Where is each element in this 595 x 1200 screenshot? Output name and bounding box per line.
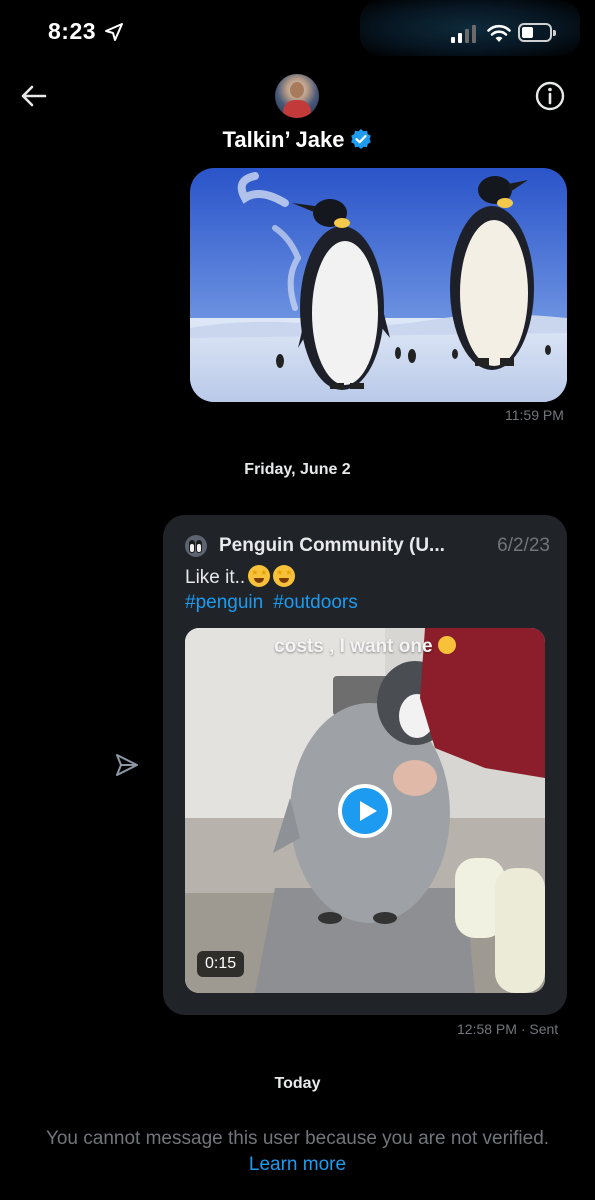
post-text: Like it.. ★ ★ ★ ★ <box>185 565 296 589</box>
post-author-avatar[interactable] <box>185 535 207 557</box>
learn-more-wrapper: Learn more <box>0 1154 595 1176</box>
message-status: · Sent <box>520 1021 559 1037</box>
shared-post-card[interactable]: Penguin Community (U... 6/2/23 Like it..… <box>163 515 567 1015</box>
contact-avatar[interactable] <box>275 74 319 118</box>
contact-name-text: Talkin’ Jake <box>222 127 345 152</box>
hashtag-link[interactable]: #penguin <box>185 592 263 613</box>
send-icon[interactable] <box>114 752 140 778</box>
learn-more-link[interactable]: Learn more <box>249 1154 346 1175</box>
wifi-icon <box>487 24 511 42</box>
date-separator: Friday, June 2 <box>244 461 351 478</box>
cellular-signal-icon <box>451 25 476 43</box>
back-arrow-icon[interactable] <box>18 80 50 112</box>
star-struck-emoji-icon: ★ ★ <box>248 565 271 587</box>
post-header: Penguin Community (U... 6/2/23 <box>185 533 550 561</box>
info-icon[interactable] <box>534 80 566 112</box>
date-separator: Today <box>274 1075 321 1092</box>
contact-name[interactable]: Talkin’ Jake <box>0 127 595 153</box>
video-caption: costs , I want one <box>185 636 545 658</box>
status-bar: 8:23 <box>0 0 595 66</box>
post-date: 6/2/23 <box>497 535 550 556</box>
location-arrow-icon <box>105 23 123 41</box>
penguins-photo <box>190 168 567 402</box>
verified-badge-icon <box>351 129 372 149</box>
play-icon[interactable] <box>338 784 392 838</box>
post-author-name[interactable]: Penguin Community (U... <box>219 535 469 557</box>
video-player[interactable]: costs , I want one 0:15 <box>185 628 545 993</box>
cannot-message-notice: You cannot message this user because you… <box>45 1128 550 1149</box>
message-timestamp: 11:59 PM <box>505 407 564 423</box>
star-struck-emoji-icon: ★ ★ <box>273 565 296 587</box>
status-time: 8:23 <box>48 18 97 44</box>
post-text-content: Like it.. <box>185 567 246 588</box>
post-hashtags: #penguin #outdoors <box>185 592 368 614</box>
timestamp-time: 12:58 PM <box>457 1021 517 1037</box>
hashtag-link[interactable]: #outdoors <box>273 592 358 613</box>
penguin-image-message[interactable] <box>190 168 567 402</box>
weary-face-emoji-icon <box>437 636 456 654</box>
battery-icon <box>518 23 556 42</box>
video-duration: 0:15 <box>197 951 245 977</box>
message-timestamp: 12:58 PM · Sent <box>457 1021 558 1037</box>
